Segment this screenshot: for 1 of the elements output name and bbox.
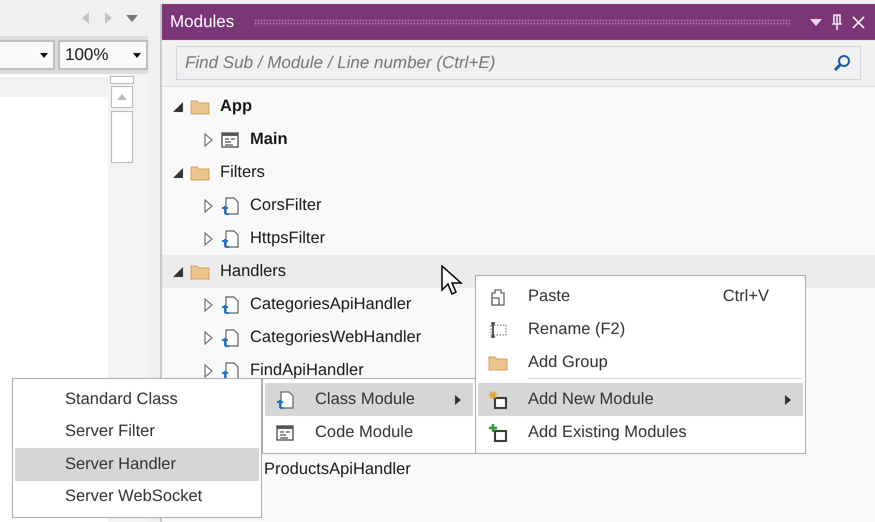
- panel-title: Modules: [170, 12, 234, 32]
